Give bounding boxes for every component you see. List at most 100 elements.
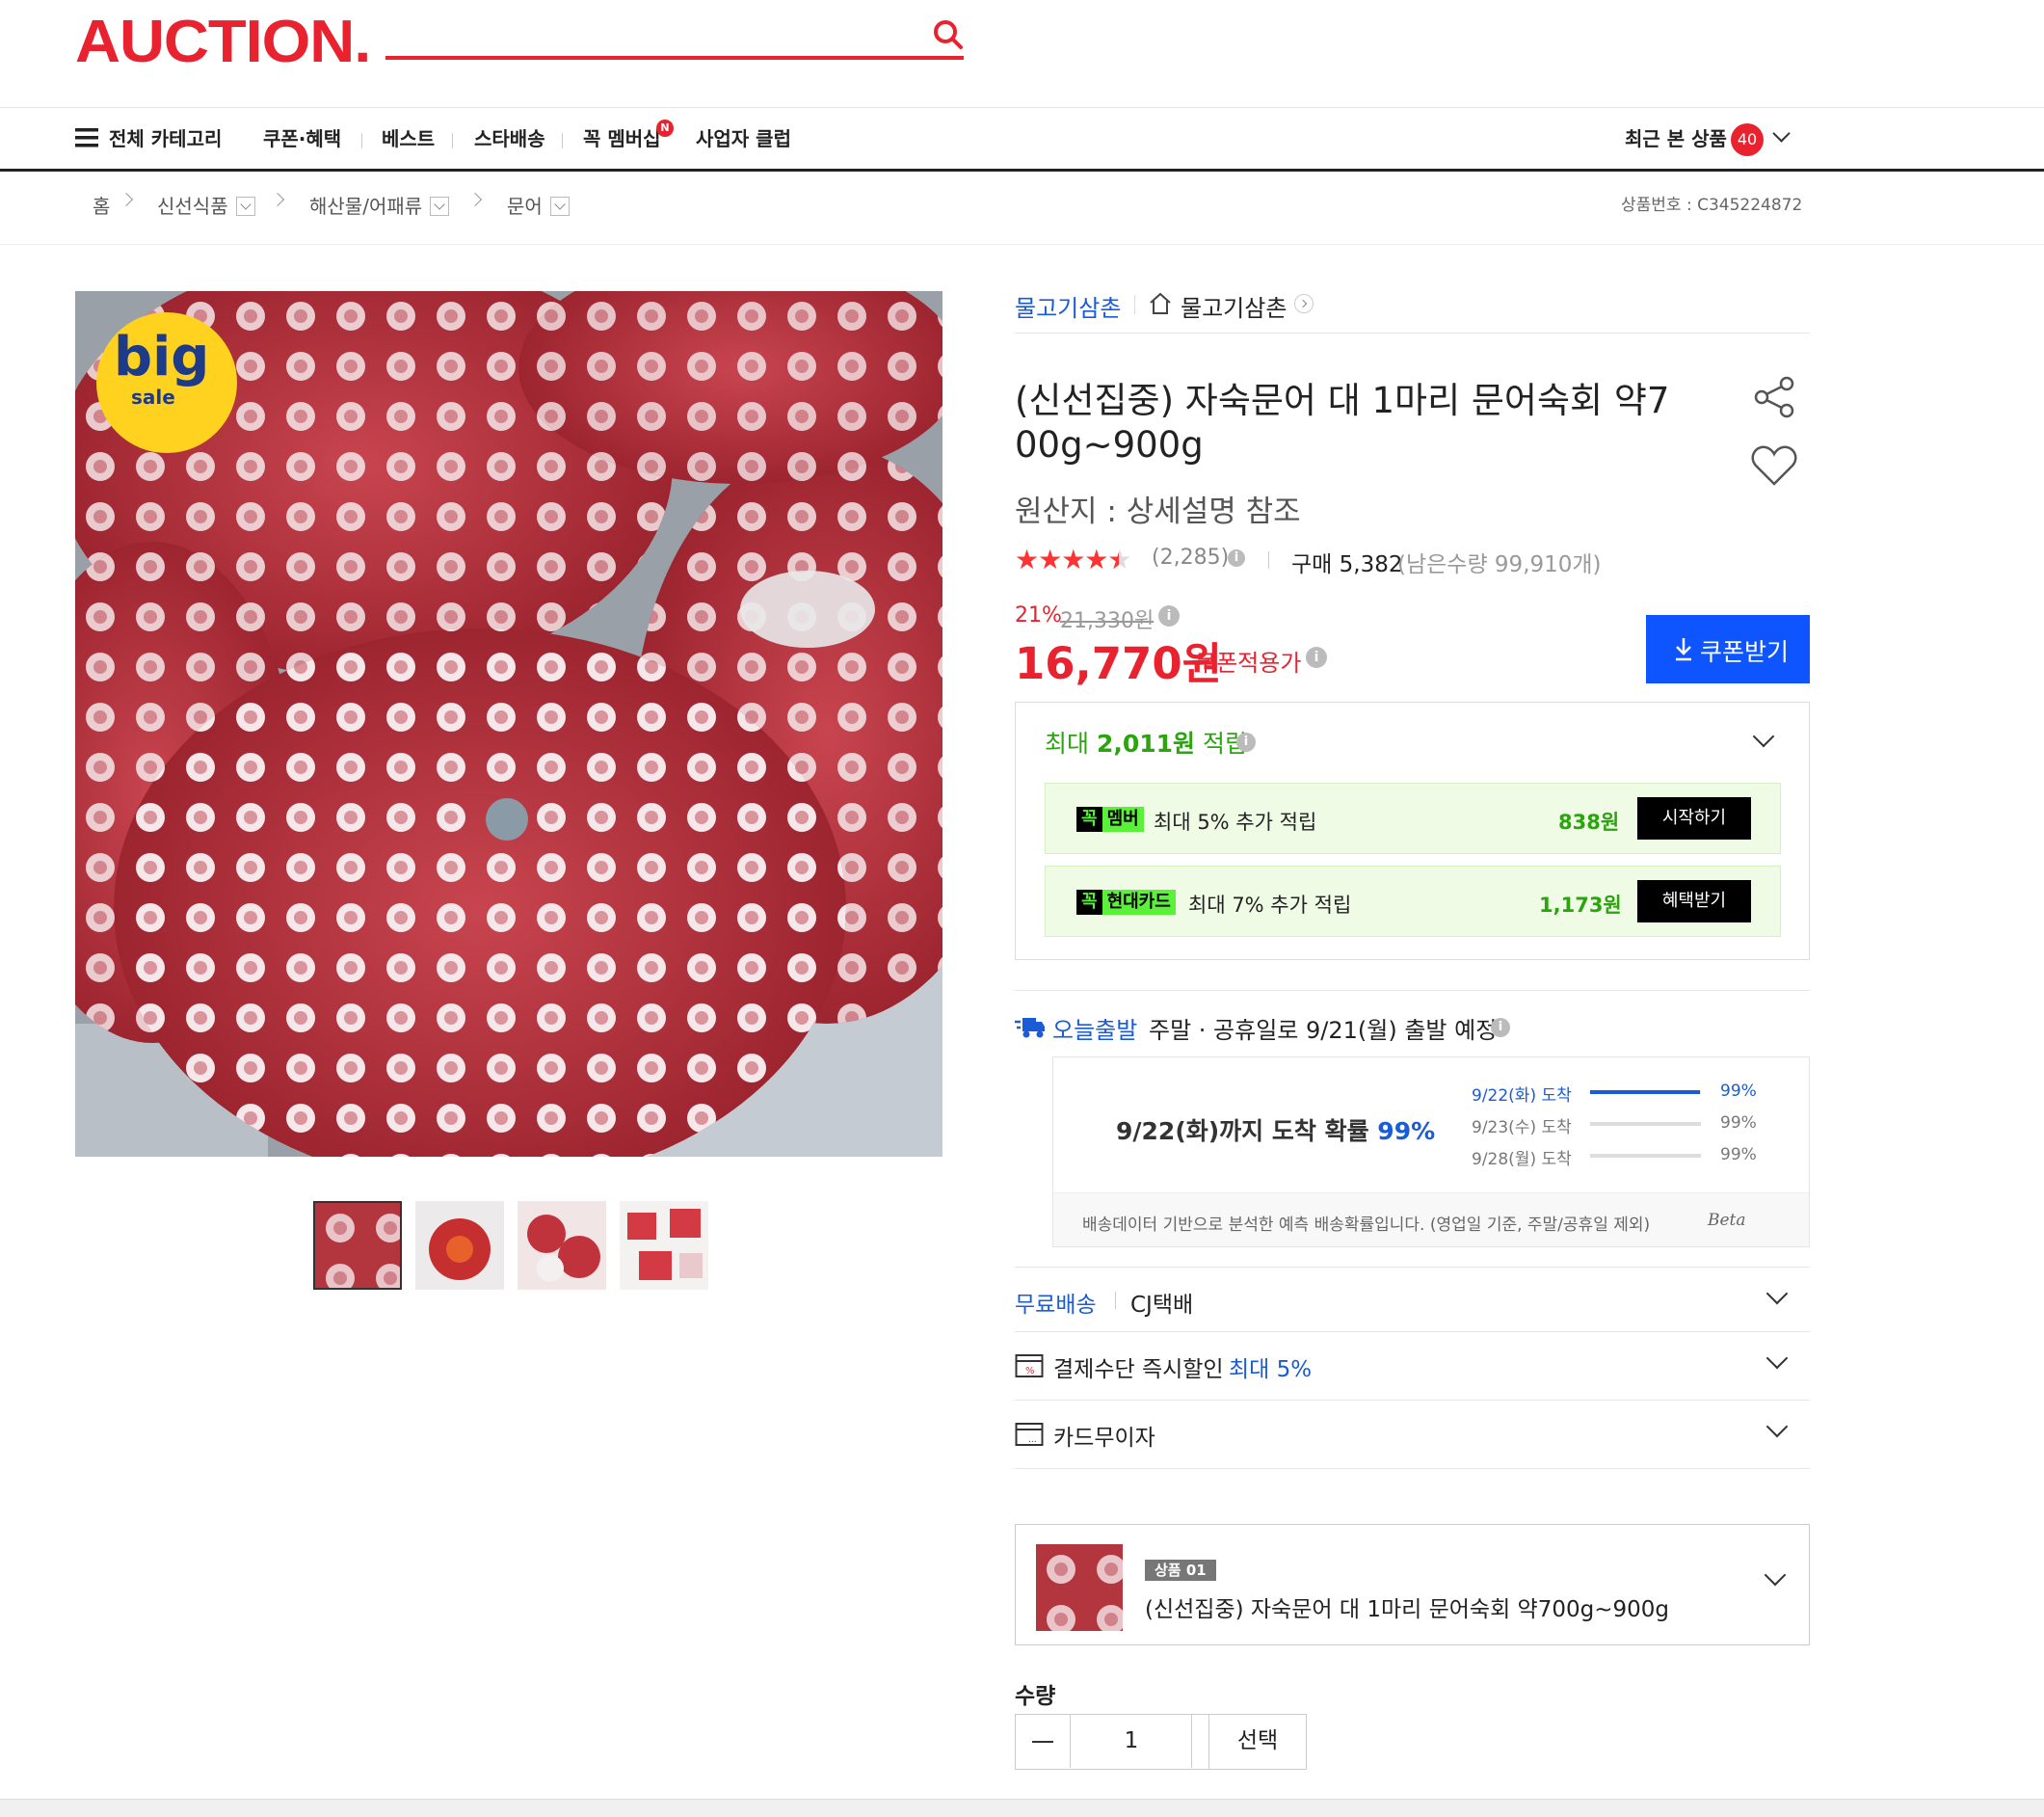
shipping-fee-row[interactable]: 무료배송 CJ택배 xyxy=(1015,1267,1810,1330)
max-points-prefix: 최대 xyxy=(1045,730,1097,758)
nav-star-delivery[interactable]: 스타배송 xyxy=(474,123,545,151)
sale-price: 16,770원 xyxy=(1015,638,1223,689)
discount-rate: 21% xyxy=(1015,603,1062,628)
chevron-down-icon[interactable] xyxy=(1765,1282,1789,1305)
big-sale-badge: big sale xyxy=(96,312,237,453)
nav-best[interactable]: 베스트 xyxy=(382,123,435,151)
start-membership-button[interactable]: 시작하기 xyxy=(1637,797,1751,840)
thumbnail-2[interactable] xyxy=(415,1201,504,1290)
all-categories-menu[interactable]: 전체 카테고리 xyxy=(109,123,222,151)
selected-product-tag: 상품 01 xyxy=(1145,1560,1216,1581)
product-title-line1: (신선집중) 자숙문어 대 1마리 문어숙회 약7 xyxy=(1015,380,1670,421)
badge-sale-text: sale xyxy=(131,386,175,409)
arrival-bar xyxy=(1590,1154,1701,1158)
breadcrumb-home[interactable]: 홈 xyxy=(93,191,110,219)
payment-discount-max: 최대 5% xyxy=(1229,1357,1313,1382)
quantity-input[interactable]: 1 xyxy=(1072,1715,1191,1768)
chevron-right-icon xyxy=(270,192,285,207)
arrival-date: 9/28(월) 도착 xyxy=(1472,1150,1572,1169)
dropdown-icon[interactable] xyxy=(235,197,255,216)
info-icon[interactable]: i xyxy=(1236,733,1256,752)
dropdown-icon[interactable] xyxy=(549,197,570,216)
shop-name[interactable]: 물고기삼촌 xyxy=(1181,289,1287,323)
nav-business-club[interactable]: 사업자 클럽 xyxy=(696,123,791,151)
card-icon: ... xyxy=(1015,1423,1044,1446)
nav-membership[interactable]: 꼭 멤버십 xyxy=(583,123,661,151)
decrease-button[interactable] xyxy=(1016,1715,1071,1768)
svg-text:%: % xyxy=(1025,1366,1035,1376)
coupon-download-label: 쿠폰받기 xyxy=(1700,638,1790,666)
arrival-main-label: 9/22(화)까지 도착 확률 xyxy=(1116,1117,1369,1145)
product-title-line2: 00g~900g xyxy=(1015,424,1204,466)
info-icon[interactable]: i xyxy=(1158,605,1180,627)
max-points-amount: 2,011원 xyxy=(1096,730,1196,758)
seller-name[interactable]: 물고기삼촌 xyxy=(1015,289,1121,323)
nav-divider xyxy=(562,133,563,148)
card-percent-icon: % xyxy=(1015,1354,1044,1377)
arrival-pct: 99% xyxy=(1720,1145,1757,1164)
auction-logo[interactable]: AUCTION. xyxy=(75,8,371,76)
tag-hyundai-card: 현대카드 xyxy=(1102,890,1176,915)
dropdown-icon[interactable] xyxy=(430,197,450,216)
arrival-pct: 99% xyxy=(1720,1113,1757,1133)
payment-discount-label: 결제수단 즉시할인 xyxy=(1053,1357,1224,1382)
breadcrumb-level2[interactable]: 해산물/어패류 xyxy=(309,191,450,219)
chevron-right-icon xyxy=(467,192,483,207)
breadcrumb: 홈 신선식품 해산물/어패류 문어 상품번호 : C345224872 xyxy=(0,172,2044,245)
chevron-down-icon[interactable] xyxy=(1764,1563,1787,1587)
divider xyxy=(1268,551,1269,569)
chevron-down-icon[interactable] xyxy=(1765,1347,1789,1370)
points-row-card: 꼭 현대카드 최대 7% 추가 적립 1,173원 혜택받기 xyxy=(1045,866,1781,937)
arrival-bar xyxy=(1590,1090,1701,1094)
recent-viewed-label[interactable]: 최근 본 상품 xyxy=(1625,123,1727,151)
arrival-pct: 99% xyxy=(1720,1082,1757,1101)
search-icon[interactable] xyxy=(931,17,966,52)
info-icon[interactable]: i xyxy=(1228,549,1245,567)
hamburger-icon[interactable] xyxy=(75,127,98,148)
info-icon[interactable]: i xyxy=(1306,647,1327,668)
breadcrumb-level3[interactable]: 문어 xyxy=(507,191,570,219)
breadcrumb-level1-label: 신선식품 xyxy=(157,195,228,218)
download-icon xyxy=(1676,638,1691,661)
main-product-image[interactable]: big sale xyxy=(75,291,942,1157)
review-count[interactable]: (2,285) xyxy=(1152,546,1229,570)
card-tag: 꼭 현대카드 xyxy=(1076,889,1176,915)
card-interest-row[interactable]: ... 카드무이자 xyxy=(1015,1400,1810,1467)
search-input[interactable] xyxy=(385,56,964,60)
nav-coupon-benefits[interactable]: 쿠폰·혜택 xyxy=(263,123,341,151)
courier-name: CJ택배 xyxy=(1130,1293,1194,1318)
nav-divider xyxy=(452,133,453,148)
chevron-down-icon[interactable] xyxy=(1765,1415,1789,1438)
get-benefit-button[interactable]: 혜택받기 xyxy=(1637,880,1751,922)
chevron-down-icon[interactable] xyxy=(1772,124,1791,143)
arrival-main-pct: 99% xyxy=(1377,1117,1436,1145)
select-quantity-button[interactable]: 선택 xyxy=(1208,1714,1307,1770)
breadcrumb-level1[interactable]: 신선식품 xyxy=(157,191,255,219)
free-shipping-label: 무료배송 xyxy=(1015,1293,1097,1318)
selected-product-name: (신선집중) 자숙문어 대 1마리 문어숙회 약700g~900g xyxy=(1145,1597,1669,1622)
membership-amount: 838원 xyxy=(1558,811,1620,834)
coupon-download-button[interactable]: 쿠폰받기 xyxy=(1646,615,1810,683)
thumbnail-4[interactable] xyxy=(620,1201,708,1290)
thumbnail-1[interactable] xyxy=(313,1201,402,1290)
card-interest-label: 카드무이자 xyxy=(1053,1426,1155,1451)
points-row-membership: 꼭 멤버 최대 5% 추가 적립 838원 시작하기 xyxy=(1045,783,1781,854)
product-origin: 원산지 : 상세설명 참조 xyxy=(1015,494,1301,529)
thumbnail-3[interactable] xyxy=(518,1201,606,1290)
arrival-bar-fill xyxy=(1590,1090,1700,1094)
payment-discount-row[interactable]: % 결제수단 즉시할인 최대 5% xyxy=(1015,1331,1810,1399)
remaining-stock: (남은수량 99,910개) xyxy=(1397,552,1602,577)
share-icon[interactable] xyxy=(1752,374,1798,420)
badge-big-text: big xyxy=(114,326,210,388)
heart-icon[interactable] xyxy=(1750,443,1798,488)
info-icon[interactable]: i xyxy=(1491,1018,1510,1037)
home-icon[interactable] xyxy=(1148,291,1173,316)
tag-kkok: 꼭 xyxy=(1076,807,1102,832)
bottom-bar xyxy=(0,1799,2044,1817)
chevron-right-icon[interactable] xyxy=(1294,294,1314,313)
max-points: 최대 2,011원 적립 xyxy=(1045,725,1247,760)
prediction-note: 배송데이터 기반으로 분석한 예측 배송확률입니다. (영업일 기준, 주말/공… xyxy=(1082,1216,1651,1235)
selected-product-box[interactable]: 상품 01 (신선집중) 자숙문어 대 1마리 문어숙회 약700g~900g xyxy=(1015,1524,1810,1645)
recent-count-badge: 40 xyxy=(1731,123,1764,156)
membership-new-badge: N xyxy=(656,120,674,137)
